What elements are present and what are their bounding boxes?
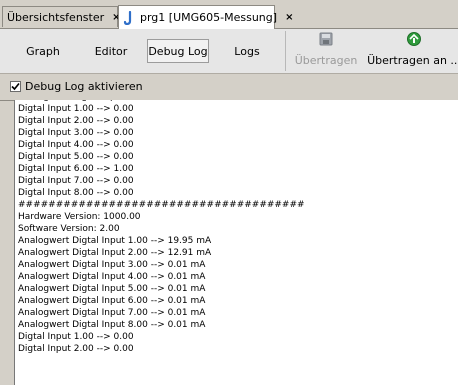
upload-icon [318,31,334,50]
uebertragen-button[interactable]: Übertragen [294,31,358,71]
uebertragen-an-label: Übertragen an ... [367,54,458,67]
uebertragen-label: Übertragen [294,54,358,67]
logs-button[interactable]: Logs [225,39,269,63]
log-line: Digtal Input 4.00 --> 0.00 [18,140,134,150]
log-line: Analogwert Digtal Input 4.00 --> 0.01 mA [18,272,206,282]
tab-label: Übersichtsfenster [7,10,105,24]
log-line: Software Version: 2.00 [18,224,120,234]
log-line: Digtal Input 1.00 --> 0.00 [18,104,134,114]
log-line: Analogwert Digtal Input 1.00 --> 19.95 m… [18,236,212,246]
log-line: Digtal Input 5.00 --> 0.00 [18,152,134,162]
uebertragen-an-button[interactable]: Übertragen an ... [367,31,458,71]
debug-log-output[interactable]: Analogwert Digtal Input 8.00 --> 0.01 mA… [14,100,458,385]
tab-label: prg1 [UMG605-Messung] [140,11,278,24]
log-line: ###################################### [18,200,305,210]
tab-prg1[interactable]: prg1 [UMG605-Messung] × [118,5,293,29]
log-line: Hardware Version: 1000.00 [18,212,141,222]
log-line: Analogwert Digtal Input 2.00 --> 12.91 m… [18,248,212,258]
upload-to-device-icon [406,31,422,50]
close-icon[interactable]: × [285,12,293,23]
debug-log-checkbox-label[interactable]: Debug Log aktivieren [25,80,143,93]
log-line: Digtal Input 2.00 --> 0.00 [18,344,134,354]
debug-log-options: Debug Log aktivieren [0,74,458,101]
log-line: Analogwert Digtal Input 6.00 --> 0.01 mA [18,296,206,306]
debug-log-button[interactable]: Debug Log [147,39,209,63]
toolbar: Graph Editor Debug Log Logs Übertragen Ü… [0,29,458,74]
tab-uebersichtsfenster[interactable]: Übersichtsfenster × [2,6,121,27]
log-line: Analogwert Digtal Input 8.00 --> 0.01 mA [18,320,206,330]
log-line: Digtal Input 7.00 --> 0.00 [18,176,134,186]
log-line: Digtal Input 2.00 --> 0.00 [18,116,134,126]
graph-button[interactable]: Graph [18,39,68,63]
log-line: Analogwert Digtal Input 7.00 --> 0.01 mA [18,308,206,318]
log-line: Analogwert Digtal Input 5.00 --> 0.01 mA [18,284,206,294]
document-icon [123,10,137,25]
log-line: Analogwert Digtal Input 3.00 --> 0.01 mA [18,260,206,270]
debug-log-checkbox[interactable] [10,81,21,92]
editor-tab-strip: Übersichtsfenster × prg1 [UMG605-Messung… [0,0,458,29]
log-line: Digtal Input 1.00 --> 0.00 [18,332,134,342]
toolbar-separator [285,31,286,71]
log-lines: Analogwert Digtal Input 8.00 --> 0.01 mA… [18,100,305,355]
log-line: Digtal Input 3.00 --> 0.00 [18,128,134,138]
log-line: Digtal Input 6.00 --> 1.00 [18,164,134,174]
log-line: Digtal Input 8.00 --> 0.00 [18,188,134,198]
editor-button[interactable]: Editor [86,39,136,63]
